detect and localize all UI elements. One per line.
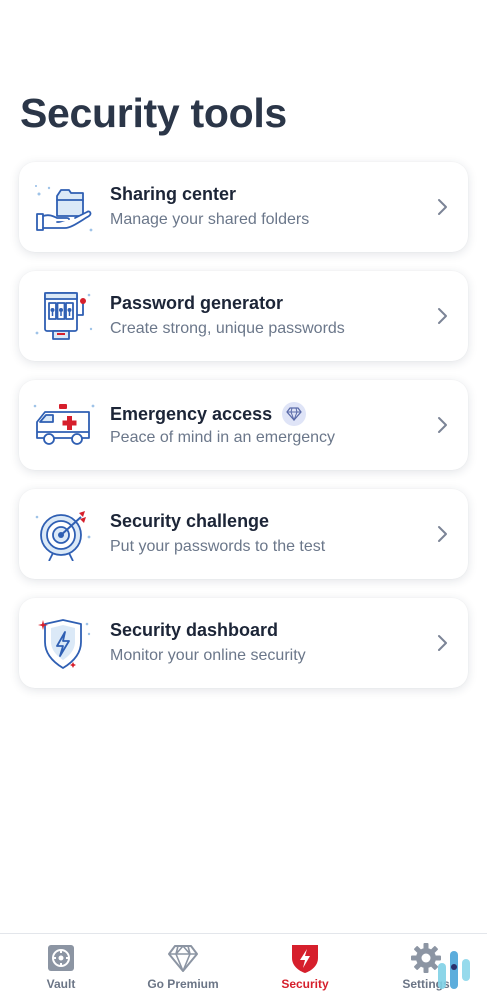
tab-label: Vault bbox=[46, 977, 76, 991]
tool-card-security-dashboard[interactable]: Security dashboard Monitor your online s… bbox=[19, 598, 468, 688]
tab-label: Go Premium bbox=[147, 977, 219, 991]
target-arrow-icon bbox=[31, 507, 97, 562]
tool-card-password-generator[interactable]: Password generator Create strong, unique… bbox=[19, 271, 468, 361]
tool-title: Security dashboard bbox=[110, 620, 279, 640]
password-slot-machine-icon bbox=[31, 289, 97, 343]
shield-bolt-icon bbox=[31, 616, 97, 670]
tab-label: Security bbox=[281, 977, 329, 991]
tool-card-security-challenge[interactable]: Security challenge Put your passwords to… bbox=[19, 489, 468, 579]
tool-title: Emergency access bbox=[110, 403, 273, 424]
tool-title: Sharing center bbox=[110, 184, 237, 204]
page-title: Security tools bbox=[20, 90, 287, 136]
watermark-logo-icon bbox=[438, 951, 470, 989]
shield-bolt-icon bbox=[292, 945, 318, 973]
tool-subtitle: Peace of mind in an emergency bbox=[110, 429, 336, 446]
tool-subtitle: Manage your shared folders bbox=[110, 211, 310, 228]
tab-security[interactable]: Security bbox=[244, 934, 366, 1000]
premium-diamond-icon bbox=[282, 402, 307, 426]
diamond-icon bbox=[168, 945, 198, 972]
sharing-hand-folder-icon bbox=[31, 180, 97, 234]
chevron-right-icon bbox=[438, 308, 447, 324]
tool-card-sharing-center[interactable]: Sharing center Manage your shared folder… bbox=[19, 162, 468, 252]
tool-title: Password generator bbox=[110, 293, 284, 313]
tool-title: Security challenge bbox=[110, 511, 270, 531]
tool-card-emergency-access[interactable]: Emergency access Peace of mind in an eme… bbox=[19, 380, 468, 470]
tool-subtitle: Create strong, unique passwords bbox=[110, 320, 345, 337]
chevron-right-icon bbox=[438, 417, 447, 433]
tool-subtitle: Put your passwords to the test bbox=[110, 538, 326, 555]
tab-go-premium[interactable]: Go Premium bbox=[122, 934, 244, 1000]
chevron-right-icon bbox=[438, 526, 447, 542]
tool-title-row: Emergency access bbox=[110, 402, 307, 426]
ambulance-icon bbox=[31, 398, 97, 452]
tab-vault[interactable]: Vault bbox=[0, 934, 122, 1000]
tool-subtitle: Monitor your online security bbox=[110, 647, 306, 664]
bottom-tab-bar: Vault Go Premium Security Settings bbox=[0, 933, 487, 1000]
chevron-right-icon bbox=[438, 199, 447, 215]
safe-icon bbox=[48, 945, 74, 971]
security-tools-screen: Security tools Sharing center Manage you… bbox=[0, 0, 487, 1000]
chevron-right-icon bbox=[438, 635, 447, 651]
